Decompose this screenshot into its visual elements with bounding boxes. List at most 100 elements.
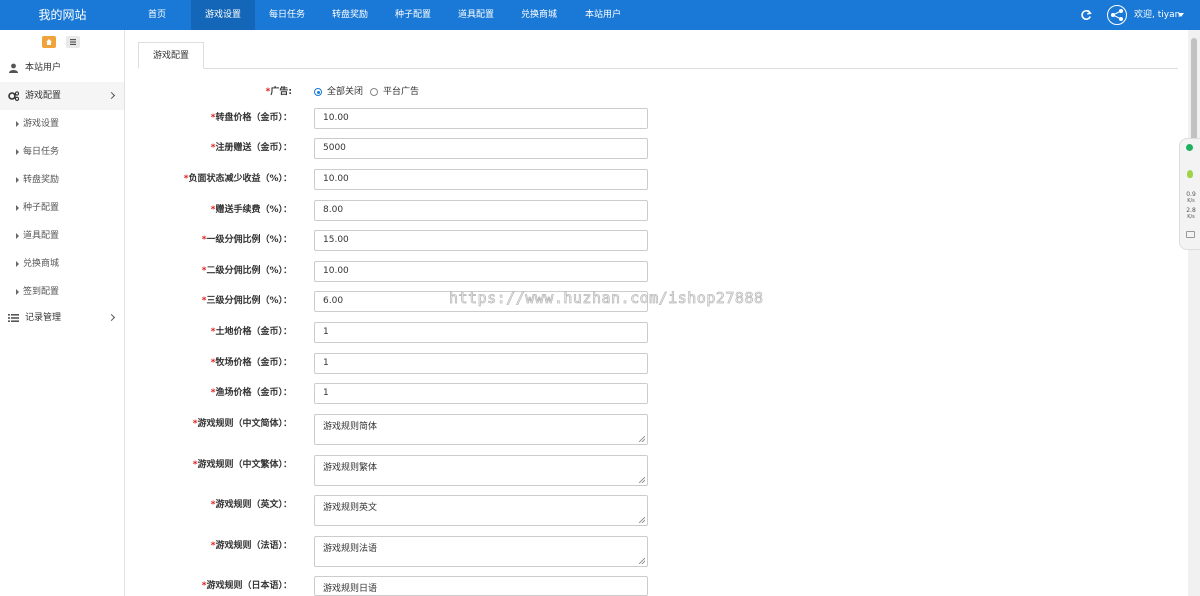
field-label: *转盘价格（金币）： (210, 113, 292, 123)
user-greeting[interactable]: 欢迎, tiyan (1134, 0, 1180, 30)
refresh-icon[interactable] (1080, 9, 1092, 21)
user-icon (9, 63, 18, 73)
field-label: *赠送手续费（%）： (210, 205, 292, 215)
nav-home[interactable]: 首页 (134, 0, 180, 30)
gift-fee-input[interactable]: 8.00 (314, 200, 648, 221)
page-scrollbar[interactable] (1188, 30, 1200, 596)
sidebar-subitem-label: 每日任务 (23, 147, 60, 157)
caret-right-icon (16, 289, 19, 295)
sidebar-subitem-label: 游戏设置 (23, 119, 60, 129)
land-price-input[interactable]: 1 (314, 322, 648, 343)
sidebar-subitem-game-settings[interactable]: 游戏设置 (0, 110, 124, 138)
field-label: *牧场价格（金币）： (210, 358, 292, 368)
upload-unit: K/s (1187, 198, 1195, 204)
sidebar-subitem-item-config[interactable]: 道具配置 (0, 222, 124, 250)
sidebar-subitem-label: 转盘奖励 (23, 175, 60, 185)
sidebar-subitem-exchange-mall[interactable]: 兑换商城 (0, 250, 124, 278)
rules-zh-tw-textarea[interactable]: 游戏规则繁体 (314, 455, 648, 486)
sidebar-subitem-label: 种子配置 (23, 203, 60, 213)
resize-handle[interactable] (639, 517, 645, 523)
caret-right-icon (16, 233, 19, 239)
radio-label: 全部关闭 (327, 87, 364, 97)
status-dot-icon (1186, 144, 1193, 151)
field-label: *负面状态减少收益（%）： (183, 174, 292, 184)
fishery-price-input[interactable]: 1 (314, 383, 648, 404)
rules-zh-cn-textarea[interactable]: 游戏规则简体 (314, 414, 648, 445)
leaf-icon (1187, 170, 1193, 178)
resize-handle[interactable] (639, 477, 645, 483)
chevron-right-icon (107, 91, 116, 100)
chevron-down-icon[interactable] (1178, 13, 1184, 17)
field-label: *广告: (265, 87, 292, 97)
network-speed-widget[interactable]: 0.9 K/s 2.8 K/s (1179, 138, 1200, 250)
list-view-button[interactable] (66, 36, 80, 48)
rules-fr-textarea[interactable]: 游戏规则法语 (314, 536, 648, 567)
caret-right-icon (16, 205, 19, 211)
nav-game-settings[interactable]: 游戏设置 (191, 0, 256, 30)
avatar-icon[interactable] (1107, 5, 1127, 25)
nav-seed-config[interactable]: 种子配置 (381, 0, 445, 30)
negative-state-input[interactable]: 10.00 (314, 169, 648, 190)
resize-handle[interactable] (639, 558, 645, 564)
field-label: *游戏规则（英文）： (210, 500, 292, 510)
nav-daily-tasks[interactable]: 每日任务 (255, 0, 319, 30)
field-label: *游戏规则（法语）： (210, 541, 292, 551)
textarea-value: 游戏规则简体 (323, 422, 378, 432)
register-gift-input[interactable]: 5000 (314, 138, 648, 159)
site-brand[interactable]: 我的网站 (0, 0, 125, 30)
sidebar-item-label: 本站用户 (25, 63, 62, 73)
sidebar-item-record-management[interactable]: 记录管理 (0, 304, 124, 332)
field-label: *游戏规则（中文简体）： (192, 419, 292, 429)
main-content: 游戏配置 *广告: 全部关闭 平台广告 *转盘价格（金币）： 10.00 *注册赠… (126, 30, 1188, 596)
field-label: *一级分佣比例（%）： (201, 235, 292, 245)
field-label: *土地价格（金币）： (210, 327, 292, 337)
sidebar-item-game-config[interactable]: 游戏配置 (0, 82, 124, 110)
caret-right-icon (16, 121, 19, 127)
resize-handle[interactable] (639, 436, 645, 442)
sidebar-subitem-wheel-rewards[interactable]: 转盘奖励 (0, 166, 124, 194)
rules-ja-textarea[interactable]: 游戏规则日语 (314, 576, 648, 596)
upload-speed: 0.9 (1186, 191, 1196, 198)
textarea-value: 游戏规则繁体 (323, 463, 378, 473)
rules-en-textarea[interactable]: 游戏规则英文 (314, 495, 648, 526)
field-label: *注册赠送（金币）： (210, 143, 292, 153)
nav-exchange-mall[interactable]: 兑换商城 (507, 0, 571, 30)
field-label: *二级分佣比例（%）： (201, 266, 292, 276)
nav-wheel-rewards[interactable]: 转盘奖励 (318, 0, 382, 30)
sidebar-subitem-seed-config[interactable]: 种子配置 (0, 194, 124, 222)
textarea-value: 游戏规则英文 (323, 503, 378, 513)
sidebar-item-label: 游戏配置 (25, 91, 62, 101)
list-icon (70, 39, 76, 45)
sidebar-subitem-label: 兑换商城 (23, 259, 60, 269)
sidebar-subitem-signin-config[interactable]: 签到配置 (0, 278, 124, 306)
nav-item-config[interactable]: 道具配置 (444, 0, 508, 30)
sidebar-subitem-daily-tasks[interactable]: 每日任务 (0, 138, 124, 166)
nav-site-users[interactable]: 本站用户 (571, 0, 635, 30)
list-icon (8, 314, 19, 322)
radio-dot (370, 88, 378, 96)
chevron-right-icon (107, 313, 116, 322)
caret-right-icon (16, 149, 19, 155)
camera-icon[interactable] (1186, 231, 1195, 238)
tab-divider (138, 68, 1178, 69)
home-view-button[interactable] (42, 36, 56, 48)
sidebar-subitem-label: 道具配置 (23, 231, 60, 241)
gears-icon (8, 91, 19, 101)
top-navbar: 我的网站 首页 游戏设置 每日任务 转盘奖励 种子配置 道具配置 兑换商城 本站… (0, 0, 1200, 30)
level2-commission-input[interactable]: 10.00 (314, 261, 648, 282)
ranch-price-input[interactable]: 1 (314, 353, 648, 374)
sidebar: 本站用户 游戏配置 游戏设置 每日任务 转盘奖励 种子配置 道具配置 兑换商城 … (0, 30, 125, 596)
caret-right-icon (16, 261, 19, 267)
tab-game-config[interactable]: 游戏配置 (138, 42, 204, 69)
radio-label: 平台广告 (383, 87, 420, 97)
field-label: *渔场价格（金币）： (210, 388, 292, 398)
level1-commission-input[interactable]: 15.00 (314, 230, 648, 251)
caret-right-icon (16, 177, 19, 183)
home-icon (46, 39, 52, 45)
field-label: *游戏规则（日本语）： (201, 581, 292, 591)
sidebar-item-site-users[interactable]: 本站用户 (0, 54, 124, 82)
radio-dot (314, 88, 322, 96)
wheel-price-input[interactable]: 10.00 (314, 108, 648, 129)
field-label: *三级分佣比例（%）： (201, 296, 292, 306)
download-speed: 2.8 (1186, 207, 1196, 214)
